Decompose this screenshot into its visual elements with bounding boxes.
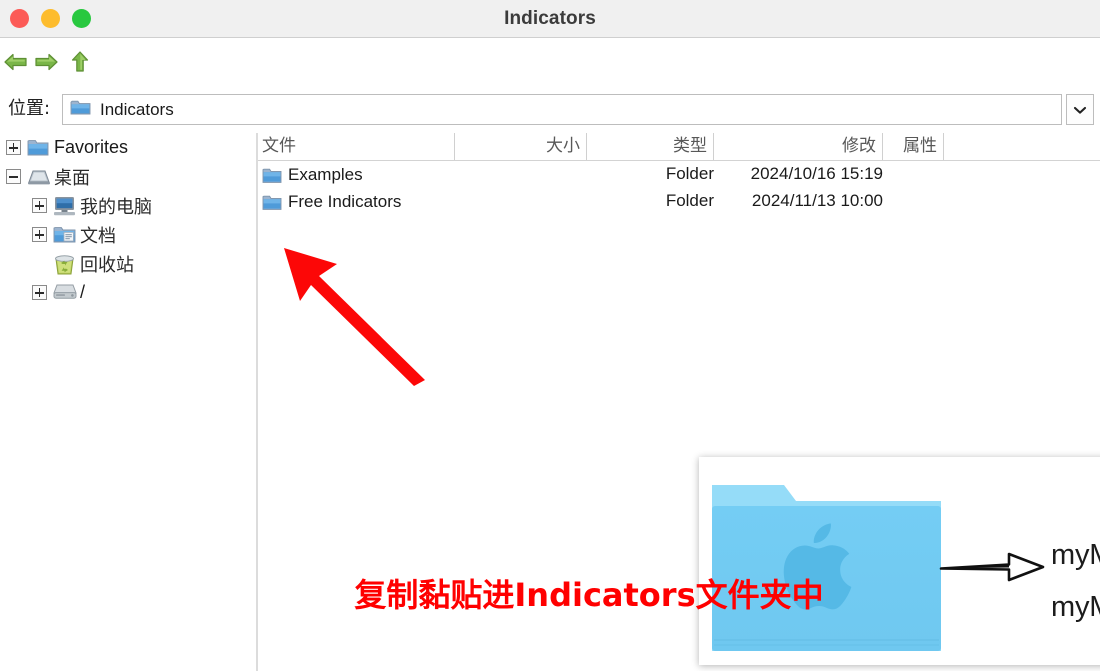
expand-toggle-icon[interactable] — [32, 227, 47, 242]
chevron-down-icon — [1073, 106, 1087, 114]
up-arrow-icon[interactable] — [66, 48, 94, 76]
location-input[interactable]: Indicators — [62, 94, 1062, 125]
sidebar-item-桌面[interactable]: 桌面 — [0, 162, 256, 191]
folder-icon — [70, 99, 91, 121]
location-dropdown-button[interactable] — [1066, 94, 1094, 125]
sidebar-item-我的电脑[interactable]: 我的电脑 — [0, 191, 256, 220]
column-header-name[interactable]: 文件 — [258, 133, 455, 160]
computer-icon — [53, 196, 75, 216]
navigation-toolbar — [0, 38, 1100, 86]
sidebar-item-label: 回收站 — [80, 254, 134, 276]
folder-icon — [262, 166, 282, 183]
cell-type: Folder — [665, 164, 714, 183]
sidebar-item-label: 文档 — [80, 225, 116, 247]
table-row[interactable]: Examples Folder 2024/10/16 15:19 — [258, 161, 1100, 188]
desktop-icon — [27, 167, 50, 187]
sidebar-item-label: / — [80, 282, 86, 302]
forward-arrow-icon[interactable] — [32, 48, 60, 76]
sidebar-item-Favorites[interactable]: Favorites — [0, 133, 256, 162]
annotation-caption: 复制黏贴进Indicators文件夹中 — [0, 570, 1100, 616]
column-header-modified[interactable]: 修改 — [714, 133, 883, 160]
sidebar-item-/[interactable]: / — [0, 278, 256, 307]
sidebar-item-label: Favorites — [54, 137, 129, 157]
cell-name: Examples — [258, 161, 459, 188]
expand-toggle-icon[interactable] — [32, 285, 47, 300]
location-bar: 位置: Indicators — [0, 86, 1100, 133]
file-name-text: Free Indicators — [288, 191, 402, 211]
column-header-type[interactable]: 类型 — [587, 133, 714, 160]
recycle-bin-icon — [53, 254, 75, 274]
sidebar-item-label: 桌面 — [54, 167, 90, 189]
file-name-text: Examples — [288, 164, 363, 184]
cell-name: Free Indicators — [258, 188, 459, 215]
expand-toggle-icon[interactable] — [6, 140, 21, 155]
column-header-attributes[interactable]: 属性 — [883, 133, 944, 160]
cell-attributes — [883, 188, 950, 215]
window-title: Indicators — [504, 8, 596, 29]
sidebar-item-label: 我的电脑 — [80, 196, 152, 218]
annotation-overlay-image: myMACD myMACD.ex4 — [699, 457, 1100, 665]
column-header-row: 文件 大小 类型 修改 属性 — [258, 133, 1100, 161]
window-titlebar: Indicators — [0, 0, 1100, 38]
folder-icon — [262, 193, 282, 210]
location-label: 位置: — [8, 98, 51, 119]
table-row[interactable]: Free Indicators Folder 2024/11/13 10:00 — [258, 188, 1100, 215]
hard-drive-icon — [53, 283, 77, 303]
column-header-size[interactable]: 大小 — [455, 133, 587, 160]
cell-size — [455, 161, 593, 188]
sidebar-item-文档[interactable]: 文档 — [0, 220, 256, 249]
sidebar-item-回收站[interactable]: 回收站 — [0, 249, 256, 278]
expand-toggle-icon[interactable] — [32, 198, 47, 213]
annotation-caption-text: 复制黏贴进Indicators文件夹中 — [354, 576, 824, 614]
file-manager-window: Indicators 位置: Indicators Favorites 桌面 我… — [0, 0, 1100, 671]
cell-size — [455, 188, 593, 215]
overlay-text-line-1: myMACD — [1051, 539, 1100, 571]
collapse-toggle-icon[interactable] — [6, 169, 21, 184]
cell-type: Folder — [665, 191, 714, 210]
cell-attributes — [883, 161, 950, 188]
cell-modified: 2024/11/13 10:00 — [751, 191, 883, 210]
file-rows: Examples Folder 2024/10/16 15:19 Free Indic… — [258, 161, 1100, 215]
back-arrow-icon[interactable] — [2, 48, 30, 76]
mac-blue-folder-with-apple-logo-icon — [710, 479, 943, 653]
cell-modified: 2024/10/16 15:19 — [750, 164, 883, 183]
folder-icon — [27, 138, 49, 158]
location-value: Indicators — [100, 99, 174, 119]
documents-folder-icon — [53, 225, 76, 245]
